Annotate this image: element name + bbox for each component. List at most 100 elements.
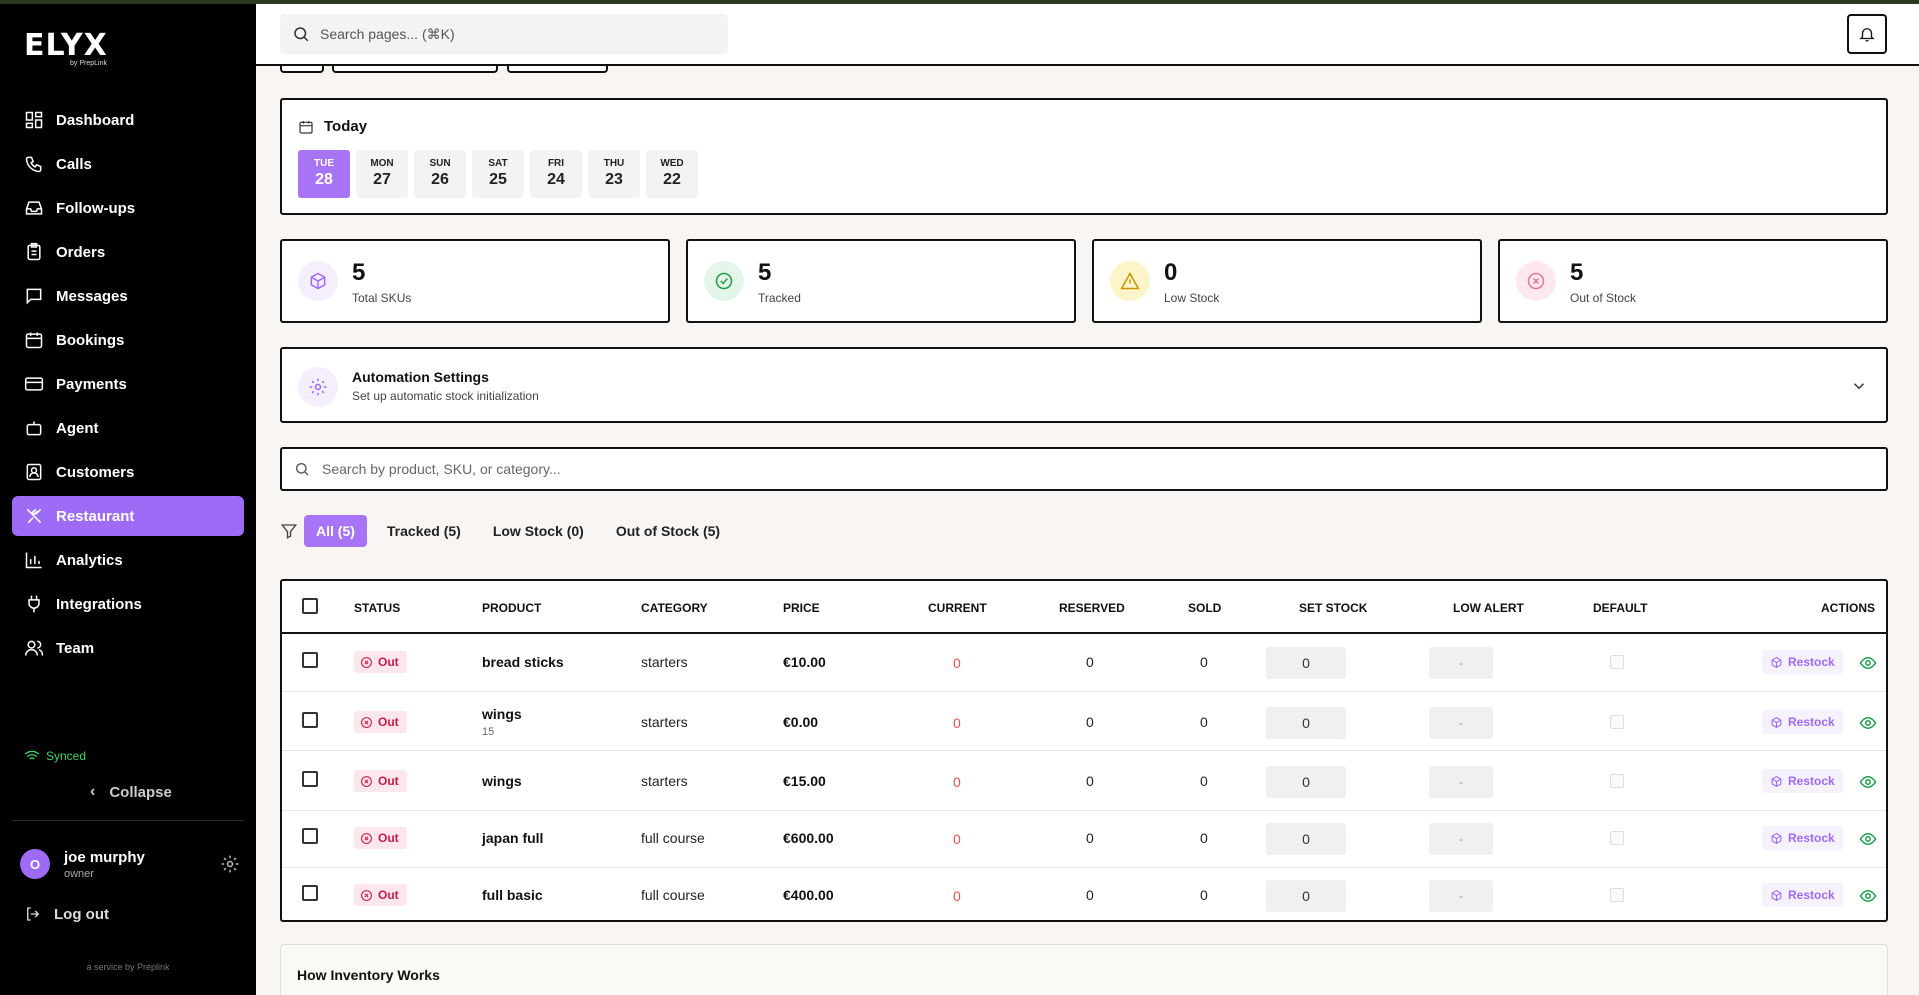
header-reserved: RESERVED [1059,601,1125,615]
automation-subtitle: Set up automatic stock initialization [352,389,539,403]
sidebar-item-restaurant[interactable]: Restaurant [12,496,244,536]
sync-status: Synced [24,748,86,764]
wifi-icon [24,750,40,762]
select-all-checkbox[interactable] [302,598,318,614]
sidebar-item-follow-ups[interactable]: Follow-ups [12,188,244,228]
sidebar-item-orders[interactable]: Orders [12,232,244,272]
logo-sub: by PrepLink [70,60,107,67]
how-inventory-works[interactable]: How Inventory Works [280,944,1888,995]
restock-button[interactable]: Restock [1762,710,1843,734]
notifications-button[interactable] [1847,14,1887,54]
filter-tab-out-of-stock[interactable]: Out of Stock (5) [604,515,732,547]
header-current: CURRENT [928,601,987,615]
user-role: owner [64,867,94,880]
set-stock-input[interactable]: 0 [1266,823,1346,855]
default-checkbox[interactable] [1610,774,1624,788]
logout-button[interactable]: Log out [24,905,109,923]
partial-tab[interactable] [507,66,608,73]
low-alert-input[interactable]: - [1429,707,1493,739]
day-button[interactable]: THU 23 [588,150,640,198]
warning-icon [1110,261,1150,301]
low-alert-input[interactable]: - [1429,647,1493,679]
sidebar-item-analytics[interactable]: Analytics [12,540,244,580]
default-checkbox[interactable] [1610,888,1624,902]
page-search-input[interactable]: Search pages... (⌘K) [280,14,728,54]
user-profile[interactable]: O joe murphy owner [20,848,240,880]
day-button[interactable]: FRI 24 [530,150,582,198]
sidebar-item-bookings[interactable]: Bookings [12,320,244,360]
sidebar-item-integrations[interactable]: Integrations [12,584,244,624]
current-stock: 0 [953,888,961,904]
logo-text: ELYX [24,28,108,63]
price: €400.00 [783,887,834,903]
set-stock-input[interactable]: 0 [1266,766,1346,798]
sidebar-item-dashboard[interactable]: Dashboard [12,100,244,140]
day-button[interactable]: MON 27 [356,150,408,198]
product-name: japan full [482,830,544,846]
set-stock-input[interactable]: 0 [1266,880,1346,912]
sidebar-item-messages[interactable]: Messages [12,276,244,316]
low-alert-input[interactable]: - [1429,880,1493,912]
bell-icon [1859,28,1875,42]
stat-value: 5 [352,259,366,286]
day-button[interactable]: SUN 26 [414,150,466,198]
partial-tab[interactable] [332,66,498,73]
row-checkbox[interactable] [302,712,318,728]
row-checkbox[interactable] [302,885,318,901]
set-stock-input[interactable]: 0 [1266,647,1346,679]
restock-button[interactable]: Restock [1762,650,1843,674]
eye-icon[interactable] [1859,654,1877,672]
default-checkbox[interactable] [1610,831,1624,845]
filter-tab-tracked[interactable]: Tracked (5) [375,515,473,547]
stat-value: 0 [1164,259,1178,286]
partial-tab[interactable] [280,66,324,73]
day-button[interactable]: WED 22 [646,150,698,198]
sidebar-item-payments[interactable]: Payments [12,364,244,404]
current-stock: 0 [953,715,961,731]
header-low-alert: LOW ALERT [1453,601,1524,615]
day-button[interactable]: SAT 25 [472,150,524,198]
filter-tab-low-stock[interactable]: Low Stock (0) [481,515,596,547]
table-row: Out bread sticks starters €10.00 0 0 0 0… [282,634,1886,692]
stat-low-stock: 0 Low Stock [1092,239,1482,323]
eye-icon[interactable] [1859,714,1877,732]
collapse-button[interactable]: ‹ Collapse [90,783,172,801]
row-checkbox[interactable] [302,771,318,787]
day-button[interactable]: TUE 28 [298,150,350,198]
date-title: Today [298,118,367,135]
reserved: 0 [1086,887,1094,903]
inventory-table: STATUS PRODUCT CATEGORY PRICE CURRENT RE… [280,579,1888,922]
eye-icon[interactable] [1859,773,1877,791]
header-actions: ACTIONS [1821,601,1875,615]
restock-button[interactable]: Restock [1762,769,1843,793]
sidebar-item-customers[interactable]: Customers [12,452,244,492]
sidebar-item-agent[interactable]: Agent [12,408,244,448]
eye-icon[interactable] [1859,887,1877,905]
eye-icon[interactable] [1859,830,1877,848]
product-name: wings [482,706,522,722]
gear-icon[interactable] [220,854,240,874]
restock-button[interactable]: Restock [1762,883,1843,907]
day-name: WED [660,158,684,169]
restock-label: Restock [1788,655,1835,669]
inventory-search-input[interactable]: Search by product, SKU, or category... [280,447,1888,491]
restock-label: Restock [1788,715,1835,729]
restock-button[interactable]: Restock [1762,826,1843,850]
default-checkbox[interactable] [1610,655,1624,669]
logout-label: Log out [54,905,109,923]
default-checkbox[interactable] [1610,715,1624,729]
row-checkbox[interactable] [302,828,318,844]
sidebar-item-team[interactable]: Team [12,628,244,668]
row-checkbox[interactable] [302,652,318,668]
sidebar-item-calls[interactable]: Calls [12,144,244,184]
low-alert-input[interactable]: - [1429,766,1493,798]
chevron-down-icon[interactable] [1850,377,1868,395]
automation-settings[interactable]: Automation Settings Set up automatic sto… [280,347,1888,423]
set-stock-input[interactable]: 0 [1266,707,1346,739]
filter-tab-all[interactable]: All (5) [304,515,367,547]
chevron-left-icon: ‹ [90,783,96,800]
x-circle-icon [361,889,372,901]
clipboard-icon [24,242,44,262]
price: €10.00 [783,654,826,670]
low-alert-input[interactable]: - [1429,823,1493,855]
